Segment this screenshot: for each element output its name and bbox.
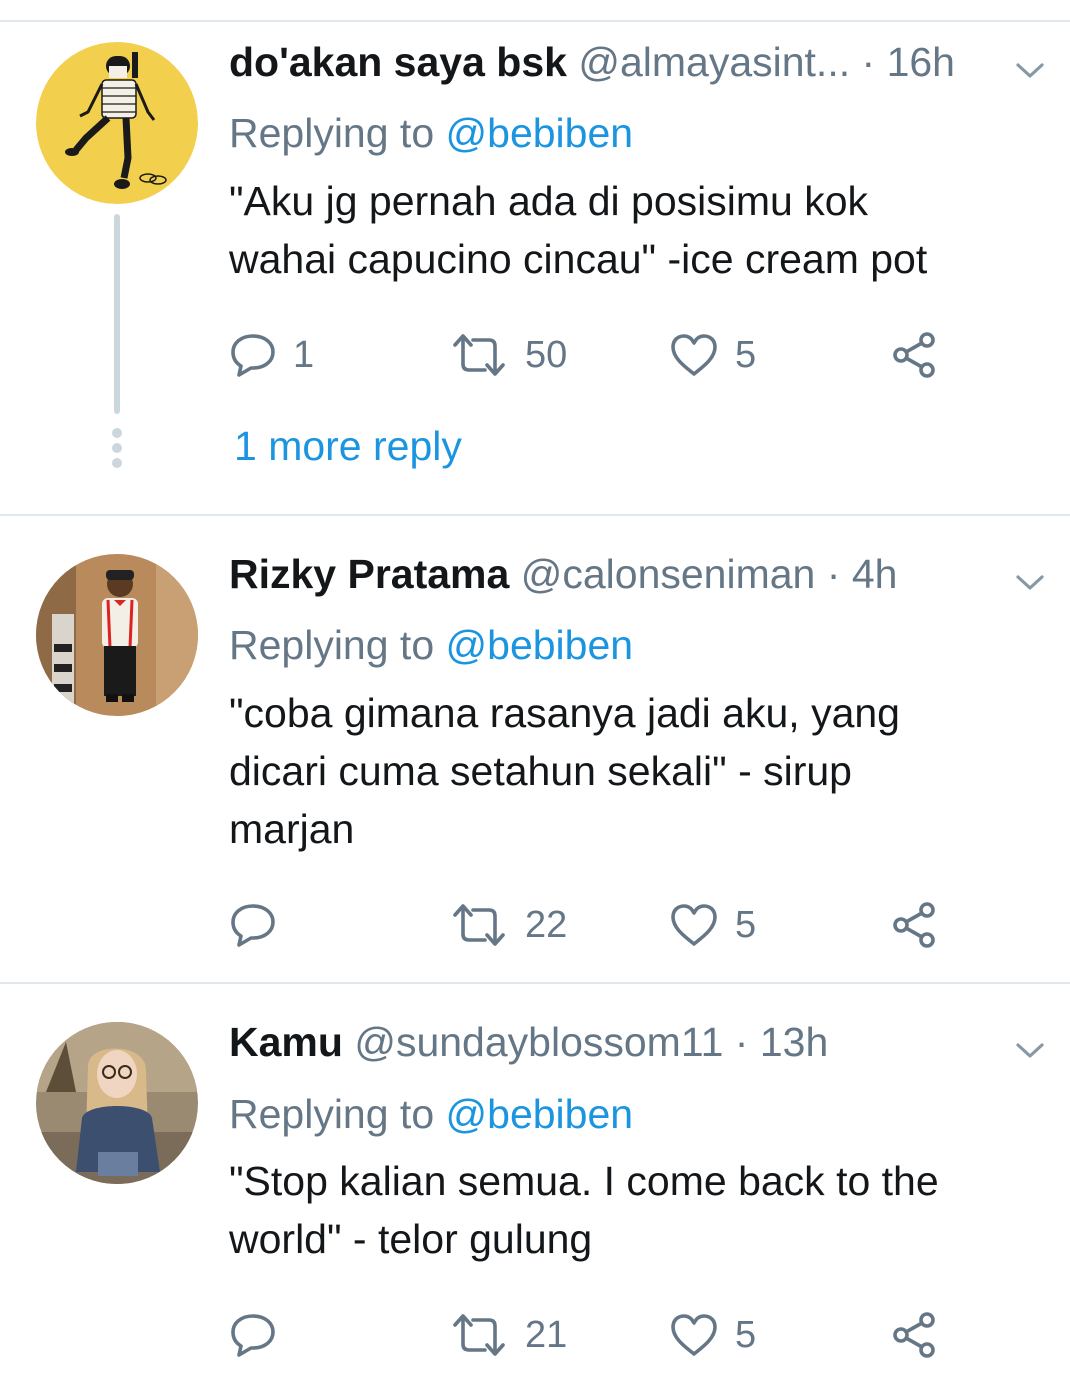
display-name[interactable]: do'akan saya bsk <box>229 39 567 85</box>
more-replies-link[interactable]: 1 more reply <box>234 422 462 470</box>
separator-dot: · <box>826 551 841 597</box>
share-icon <box>893 1312 935 1358</box>
separator-dot: · <box>861 39 876 85</box>
user-handle[interactable]: @calonseniman <box>521 551 816 597</box>
display-name[interactable]: Kamu <box>229 1019 343 1065</box>
heart-icon <box>671 334 717 376</box>
like-count: 5 <box>735 334 757 376</box>
retweet-button[interactable]: 21 <box>449 1310 567 1360</box>
retweet-button[interactable]: 50 <box>449 330 567 380</box>
tweet-text: "Aku jg pernah ada di posisimu kok wahai… <box>229 178 928 282</box>
tweet-3[interactable]: Kamu @sundayblossom11 · 13h Replying to … <box>0 984 1070 1388</box>
retweet-count: 22 <box>525 904 568 946</box>
share-icon <box>893 902 935 948</box>
replying-mention[interactable]: @bebiben <box>446 110 634 156</box>
replying-label: Replying to <box>229 1091 435 1137</box>
reply-icon <box>231 904 275 947</box>
reply-icon <box>231 334 275 377</box>
chevron-down-icon[interactable] <box>1012 58 1048 82</box>
retweet-icon <box>453 904 505 946</box>
reply-count: 1 <box>293 334 315 376</box>
heart-icon <box>671 904 717 946</box>
tweet-1[interactable]: do'akan saya bsk @almayasint... · 16h Re… <box>0 0 1070 515</box>
tweet-actions: 22 5 <box>229 900 989 950</box>
replying-label: Replying to <box>229 622 435 668</box>
like-count: 5 <box>735 904 757 946</box>
retweet-count: 50 <box>525 334 568 376</box>
reply-button[interactable] <box>229 1310 293 1360</box>
photo-person-avatar-icon <box>36 554 198 716</box>
chevron-down-icon[interactable] <box>1012 1038 1048 1062</box>
illustrated-person-avatar-icon <box>36 42 198 204</box>
tweet-actions: 1 50 5 <box>229 330 989 380</box>
replying-to: Replying to @bebiben <box>229 1090 633 1138</box>
tweet-text: "coba gimana rasanya jadi aku, yang dica… <box>229 690 900 852</box>
timestamp[interactable]: 13h <box>760 1019 828 1065</box>
display-name[interactable]: Rizky Pratama <box>229 551 509 597</box>
share-button[interactable] <box>889 900 939 950</box>
thread-dots <box>110 428 124 473</box>
retweet-count: 21 <box>525 1314 568 1356</box>
like-count: 5 <box>735 1314 757 1356</box>
tweet-text: "Stop kalian semua. I come back to the w… <box>229 1158 939 1262</box>
replying-to: Replying to @bebiben <box>229 109 633 157</box>
separator-dot: · <box>734 1019 749 1065</box>
heart-icon <box>671 1314 717 1356</box>
chevron-down-icon[interactable] <box>1012 570 1048 594</box>
retweet-icon <box>453 1314 505 1356</box>
like-button[interactable]: 5 <box>669 1310 756 1360</box>
like-button[interactable]: 5 <box>669 330 756 380</box>
thread-line <box>114 214 120 414</box>
replying-mention[interactable]: @bebiben <box>446 1091 634 1137</box>
tweet-header: do'akan saya bsk @almayasint... · 16h <box>229 38 955 86</box>
avatar[interactable] <box>36 1022 198 1184</box>
share-button[interactable] <box>889 330 939 380</box>
avatar[interactable] <box>36 554 198 716</box>
replying-mention[interactable]: @bebiben <box>446 622 634 668</box>
tweet-2[interactable]: Rizky Pratama @calonseniman · 4h Replyin… <box>0 516 1070 982</box>
user-handle[interactable]: @sundayblossom11 <box>354 1019 723 1065</box>
share-icon <box>893 332 935 378</box>
timestamp[interactable]: 16h <box>887 39 955 85</box>
photo-person-avatar-icon <box>36 1022 198 1184</box>
tweet-actions: 21 5 <box>229 1310 989 1360</box>
share-button[interactable] <box>889 1310 939 1360</box>
reply-button[interactable] <box>229 900 293 950</box>
replying-to: Replying to @bebiben <box>229 621 633 669</box>
tweet-header: Kamu @sundayblossom11 · 13h <box>229 1018 828 1066</box>
retweet-icon <box>453 334 505 376</box>
timestamp[interactable]: 4h <box>852 551 898 597</box>
reply-icon <box>231 1314 275 1357</box>
like-button[interactable]: 5 <box>669 900 756 950</box>
replying-label: Replying to <box>229 110 435 156</box>
user-handle[interactable]: @almayasint... <box>578 39 850 85</box>
retweet-button[interactable]: 22 <box>449 900 567 950</box>
avatar[interactable] <box>36 42 198 204</box>
reply-button[interactable]: 1 <box>229 330 314 380</box>
tweet-header: Rizky Pratama @calonseniman · 4h <box>229 550 897 598</box>
